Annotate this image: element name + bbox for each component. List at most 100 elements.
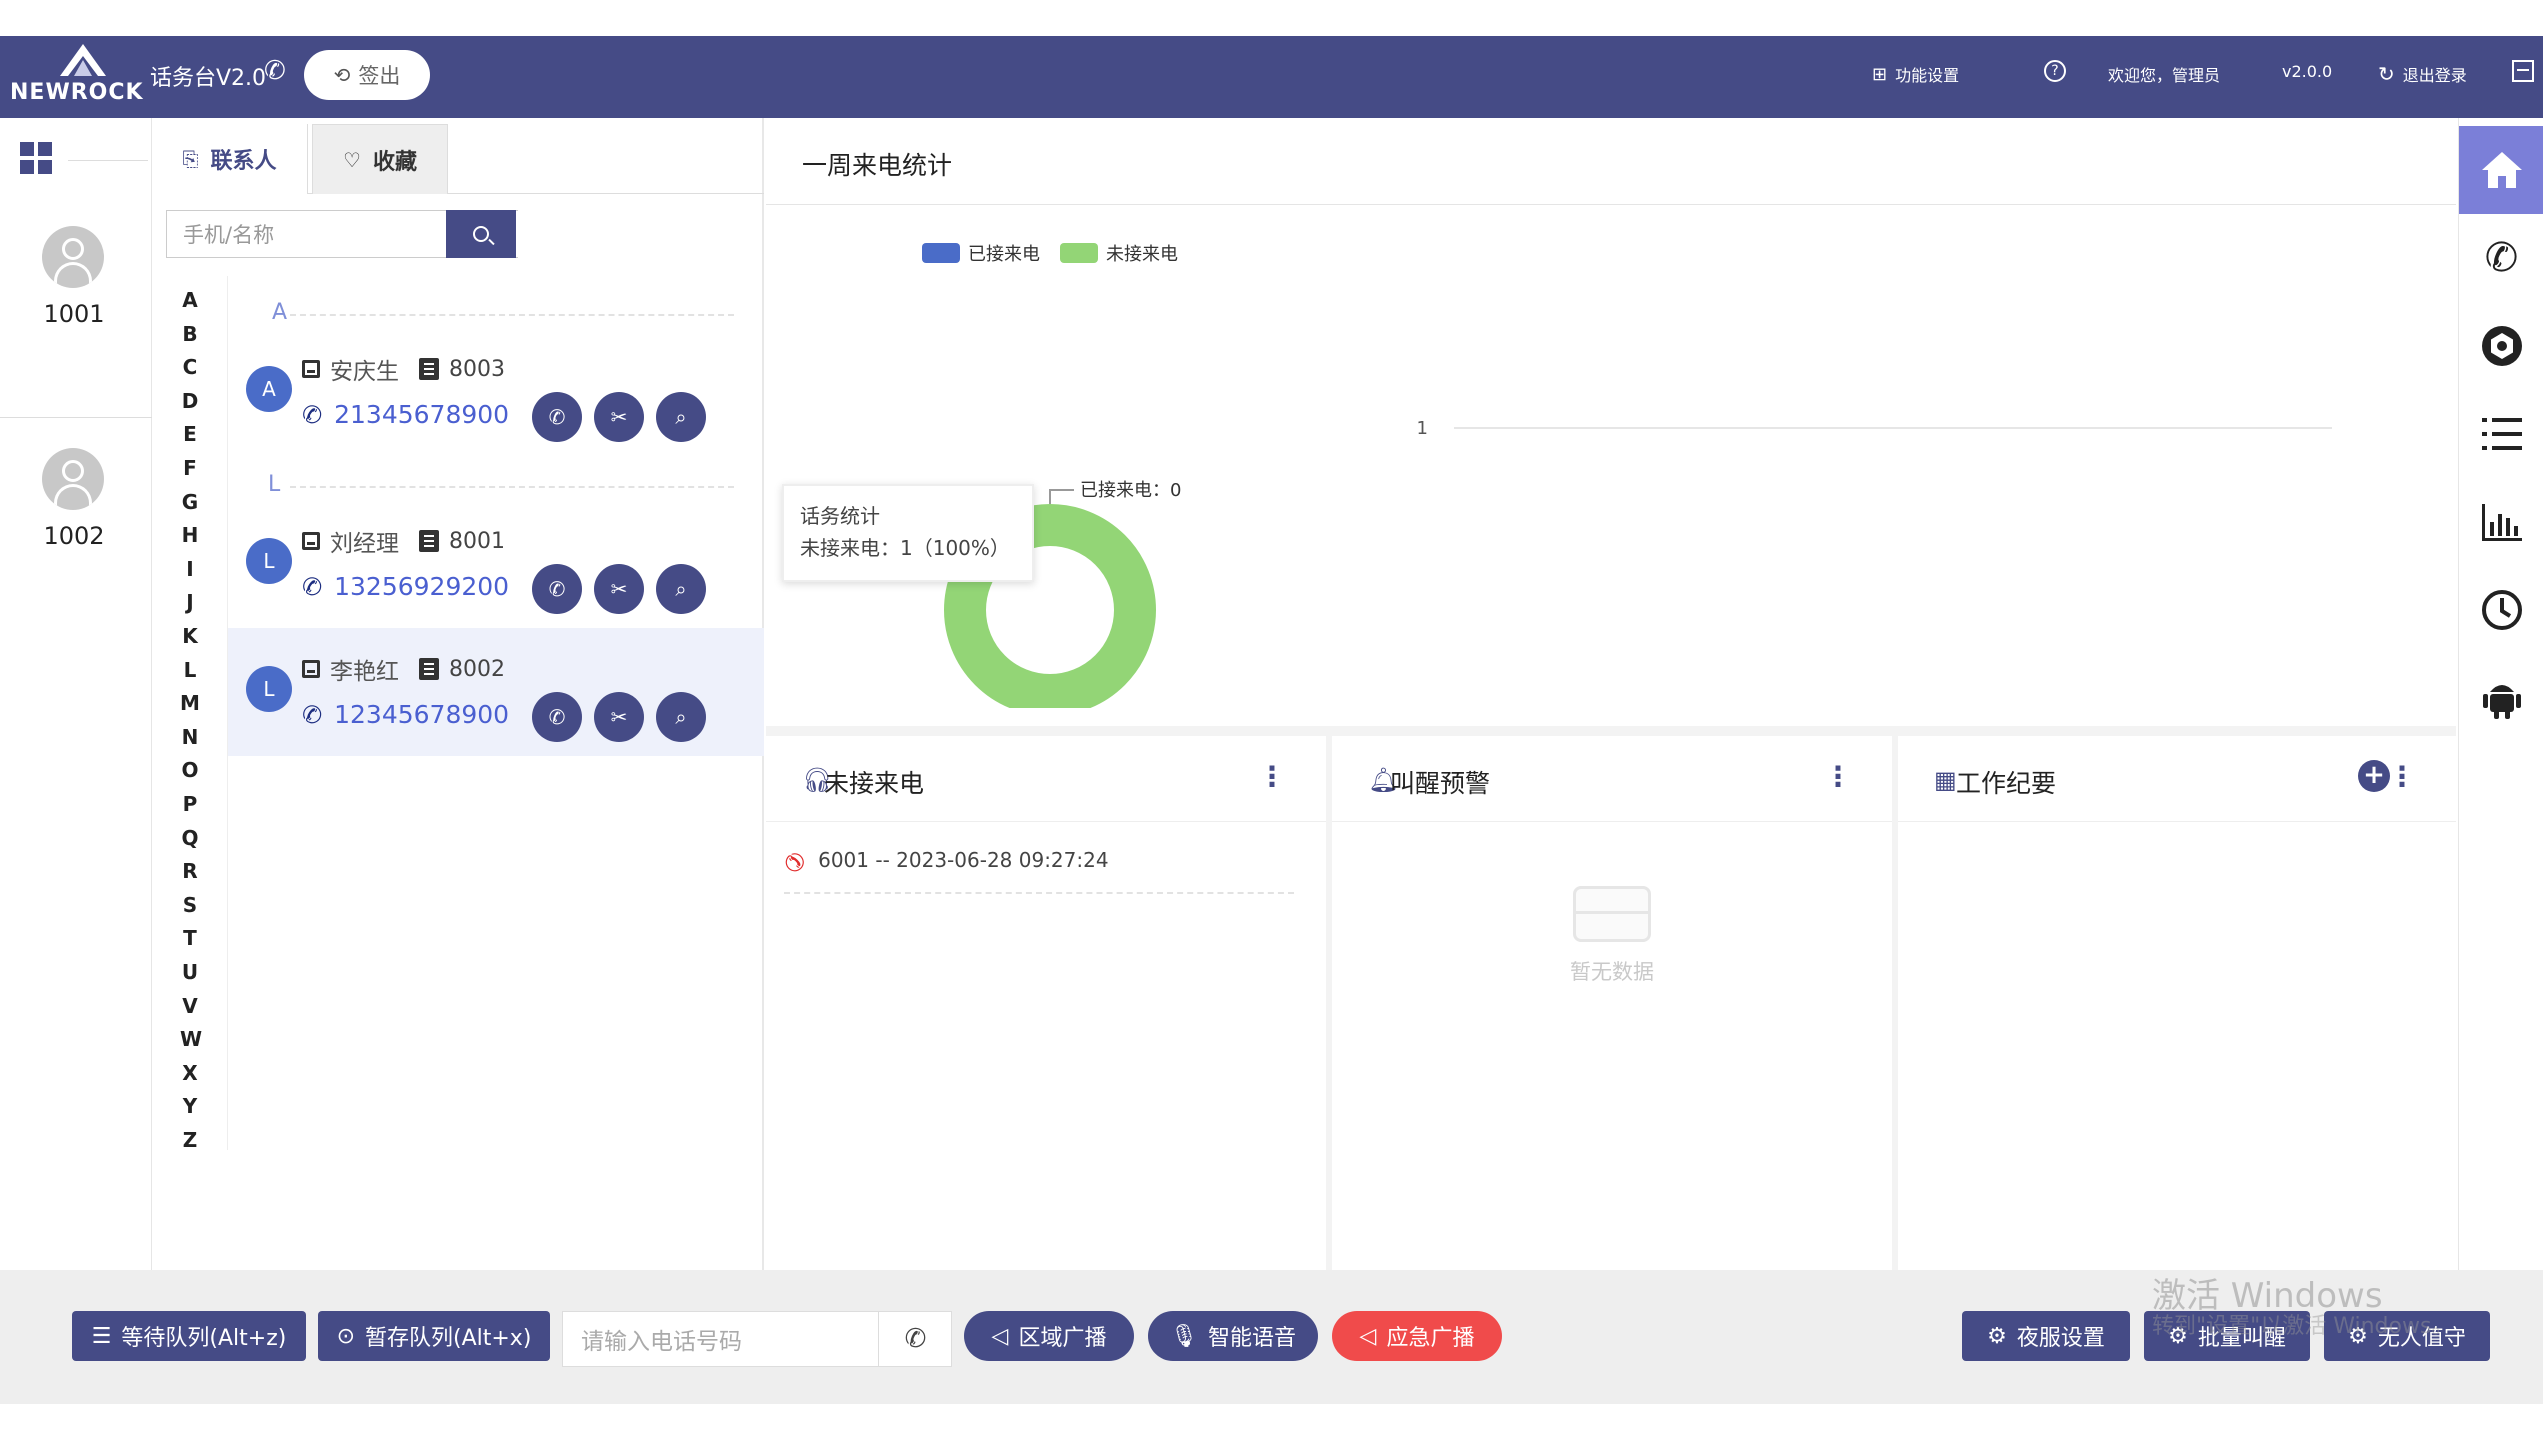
search-contact-button[interactable]: ⌕ [656,564,706,614]
avatar [42,226,104,288]
contact-row[interactable]: L 刘经理 8001 ✆ 13256929200 ✆ ✂ ⌕ [228,500,764,628]
legend-missed[interactable]: 未接来电 [1060,240,1178,266]
alphabet-letter-w[interactable]: W [180,1027,202,1051]
contact-phone: 21345678900 [334,400,510,429]
collapse-icon[interactable] [2512,60,2534,82]
call-button[interactable]: ✆ [532,392,582,442]
contact-card-icon [302,660,320,678]
phone-icon: ✆ [299,570,325,603]
bar-chart-icon[interactable] [2459,478,2543,566]
extension-item[interactable]: 1002 [0,420,152,640]
add-note-button[interactable]: + [2358,760,2390,792]
newrock-logo: NEWROCK [10,42,145,112]
search-contact-button[interactable]: ⌕ [656,392,706,442]
missed-phone-icon: ✆ [777,847,811,877]
apps-grid-icon[interactable] [20,142,52,174]
alphabet-letter-o[interactable]: O [180,758,200,782]
megaphone-icon: ◁ [1359,1323,1377,1349]
clock-icon[interactable] [2459,566,2543,654]
missed-call-row[interactable]: ✆ 6001 -- 2023-06-28 09:27:24 [777,848,1294,894]
alphabet-letter-i[interactable]: I [180,557,200,581]
legend-swatch-answered [922,243,960,263]
alphabet-letter-v[interactable]: V [180,994,200,1018]
android-icon[interactable] [2459,654,2543,742]
alphabet-letter-u[interactable]: U [180,960,200,984]
chart-tooltip: 话务统计 未接来电：1（100%） [782,484,1034,582]
alphabet-letter-n[interactable]: N [180,725,200,749]
logout-button[interactable]: ↻ 退出登录 [2378,62,2467,86]
alphabet-letter-t[interactable]: T [180,926,200,950]
contact-extension: 8002 [449,656,505,682]
alphabet-letter-z[interactable]: Z [180,1128,200,1152]
panel-title: 工作纪要 [1956,769,2057,798]
contacts-card-icon: ⎘ [182,147,199,171]
call-button[interactable]: ✆ [532,564,582,614]
windows-activation-hint: 转到"设置"以激活 Windows。 [2152,1314,2454,1339]
more-menu-icon[interactable]: ⋮ [1824,760,1852,793]
zone-broadcast-button[interactable]: ◁ 区域广播 [964,1311,1134,1361]
contact-avatar: A [246,366,292,412]
alphabet-letter-r[interactable]: R [180,859,200,883]
heart-icon: ♡ [343,147,361,172]
contact-card-icon [302,360,320,378]
phone-icon[interactable]: ✆ [2459,214,2543,302]
transfer-button[interactable]: ✂ [594,564,644,614]
alphabet-letter-a[interactable]: A [180,288,200,312]
alphabet-letter-x[interactable]: X [180,1061,200,1085]
search-button[interactable] [446,210,516,258]
help-icon[interactable]: ? [2044,60,2066,82]
alphabet-letter-e[interactable]: E [180,422,200,446]
more-menu-icon[interactable]: ⋮ [1258,760,1286,793]
phone-icon: ✆ [299,698,325,731]
alphabet-letter-g[interactable]: G [180,490,200,514]
panel-header: 🔔︎ 叫醒预警 ⋮ [1332,736,1892,822]
alphabet-letter-q[interactable]: Q [180,826,200,850]
call-button[interactable]: ✆ [532,692,582,742]
y-tick-label: 1 [1417,418,1428,439]
alphabet-letter-s[interactable]: S [180,893,200,917]
contact-row[interactable]: A 安庆生 8003 ✆ 21345678900 ✆ ✂ ⌕ [228,328,764,456]
alphabet-letter-k[interactable]: K [180,624,200,648]
smart-voice-button[interactable]: 🎙︎ 智能语音 [1148,1311,1318,1361]
night-settings-button[interactable]: ⚙ 夜服设置 [1962,1311,2130,1361]
extension-icon [419,358,439,380]
empty-state: 暂无数据 [1552,886,1672,986]
divider [766,204,2456,205]
tab-favorites-label: 收藏 [372,149,417,175]
emergency-broadcast-button[interactable]: ◁ 应急广播 [1332,1311,1502,1361]
alphabet-letter-m[interactable]: M [180,691,200,715]
extension-number: 1002 [43,522,105,550]
megaphone-icon: ◁ [991,1323,1009,1349]
extension-item[interactable]: 1001 [0,198,152,418]
alphabet-letter-p[interactable]: P [180,792,200,816]
contact-row-selected[interactable]: L 李艳红 8002 ✆ 12345678900 ✆ ✂ ⌕ [228,628,764,756]
function-settings-button[interactable]: ⊞ 功能设置 [1872,62,1959,86]
tab-favorites[interactable]: ♡ 收藏 [312,124,448,194]
dial-button[interactable]: ✆ [878,1311,952,1367]
hold-queue-button[interactable]: ⊙ 暂存队列(Alt+x) [318,1311,550,1361]
alphabet-letter-c[interactable]: C [180,355,200,379]
settings-hex-icon[interactable] [2459,302,2543,390]
alphabet-letter-f[interactable]: F [180,456,200,480]
group-divider [290,486,734,488]
tab-contacts-label: 联系人 [210,149,277,174]
more-menu-icon[interactable]: ⋮ [2388,760,2416,793]
alphabet-letter-h[interactable]: H [180,523,200,547]
search-contact-button[interactable]: ⌕ [656,692,706,742]
tab-contacts[interactable]: ⎘ 联系人 [152,124,308,194]
legend-answered[interactable]: 已接来电 [922,240,1040,266]
alphabet-letter-j[interactable]: J [180,590,200,614]
alphabet-letter-d[interactable]: D [180,389,200,413]
alphabet-letter-l[interactable]: L [180,658,200,682]
home-icon[interactable] [2459,126,2543,214]
transfer-button[interactable]: ✂ [594,692,644,742]
waiting-queue-button[interactable]: ☰ 等待队列(Alt+z) [72,1311,306,1361]
transfer-button[interactable]: ✂ [594,392,644,442]
list-icon[interactable] [2459,390,2543,478]
extension-icon [419,658,439,680]
notes-icon: ▦ [1934,766,1957,794]
contact-phone: 12345678900 [334,700,510,729]
checkout-button[interactable]: ⟲ 签出 [304,50,430,100]
alphabet-letter-y[interactable]: Y [180,1094,200,1118]
alphabet-letter-b[interactable]: B [180,322,200,346]
